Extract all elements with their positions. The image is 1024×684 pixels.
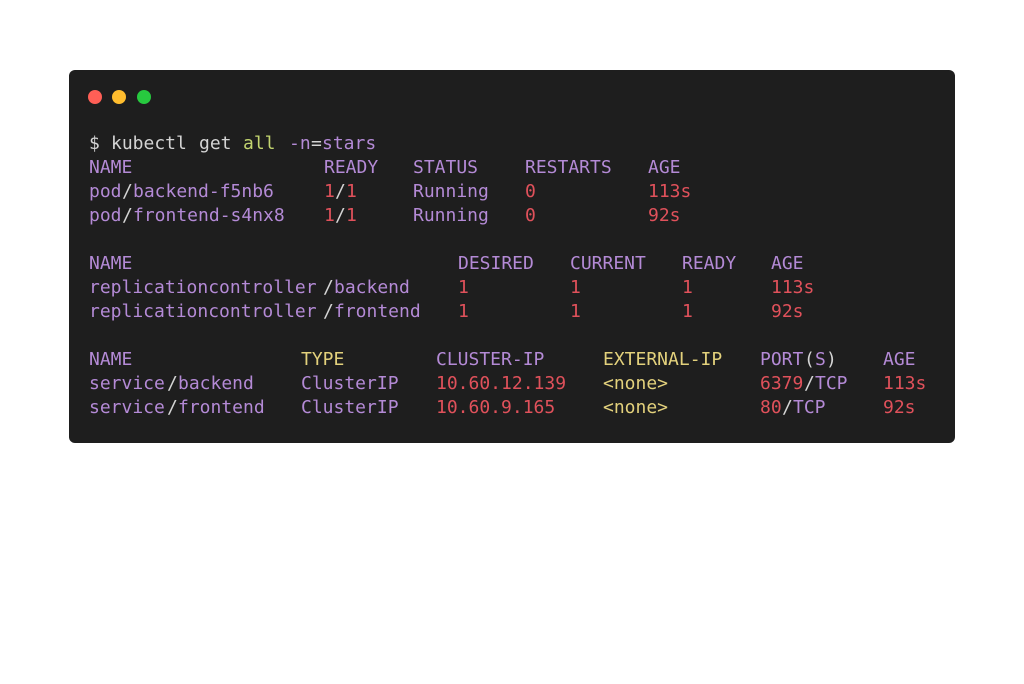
pod-slash: /: [122, 205, 133, 226]
pod-kind: pod: [89, 205, 122, 226]
close-window-icon[interactable]: [88, 90, 102, 104]
pod-age: 92s: [648, 205, 681, 226]
rc-age: 113s: [771, 277, 815, 298]
pods-col-age: AGE: [648, 157, 681, 178]
pods-col-name: NAME: [89, 157, 133, 178]
svc-slash: /: [167, 373, 178, 394]
svc-col-port-paren-close: ): [826, 349, 837, 370]
pod-status: Running: [413, 205, 489, 226]
rc-col-ready: READY: [682, 253, 737, 274]
pod-age: 113s: [648, 181, 692, 202]
svc-header-row: NAME TYPE CLUSTER-IP EXTERNAL-IP PORT ( …: [89, 348, 916, 372]
svc-proto: TCP: [793, 397, 826, 418]
svc-col-external-ip: EXTERNAL-IP: [603, 349, 723, 370]
rc-col-name: NAME: [89, 253, 133, 274]
command-equals: =: [311, 133, 322, 154]
command-name: kubectl: [111, 133, 187, 154]
rc-current: 1: [570, 301, 581, 322]
rc-header-row: NAME DESIRED CURRENT READY AGE: [89, 252, 804, 276]
pod-ready-count: 1: [324, 205, 335, 226]
svc-port-slash: /: [804, 373, 815, 394]
svc-age: 92s: [883, 397, 916, 418]
pod-slash: /: [122, 181, 133, 202]
rc-slash: /: [323, 277, 334, 298]
svc-kind: service: [89, 397, 165, 418]
svc-port-slash: /: [782, 397, 793, 418]
pods-col-restarts: RESTARTS: [525, 157, 612, 178]
svc-type: ClusterIP: [301, 397, 399, 418]
rc-row: replicationcontroller / frontend 1 1 1 9…: [89, 300, 804, 324]
rc-ready: 1: [682, 301, 693, 322]
rc-desired: 1: [458, 277, 469, 298]
pod-kind: pod: [89, 181, 122, 202]
pod-ready-count: 1: [324, 181, 335, 202]
pod-status: Running: [413, 181, 489, 202]
pods-col-ready: READY: [324, 157, 379, 178]
maximize-window-icon[interactable]: [137, 90, 151, 104]
pods-col-status: STATUS: [413, 157, 479, 178]
svc-external-ip: <none>: [603, 397, 669, 418]
rc-age: 92s: [771, 301, 804, 322]
rc-current: 1: [570, 277, 581, 298]
svc-proto: TCP: [815, 373, 848, 394]
svc-col-port-s: S: [815, 349, 826, 370]
command-namespace: stars: [322, 133, 377, 154]
rc-kind: replicationcontroller: [89, 301, 317, 322]
rc-kind: replicationcontroller: [89, 277, 317, 298]
command-resource: all: [243, 133, 276, 154]
pod-ready-total: 1: [346, 205, 357, 226]
pods-header-row: NAME READY STATUS RESTARTS AGE: [89, 156, 681, 180]
svc-external-ip: <none>: [603, 373, 669, 394]
pod-row: pod / frontend-s4nx8 1 / 1 Running 0 92s: [89, 204, 681, 228]
terminal-window: $ kubectl get all -n = stars NAME READY …: [69, 70, 955, 443]
svc-row: service / backend ClusterIP 10.60.12.139…: [89, 372, 926, 396]
pod-name: frontend-s4nx8: [133, 205, 285, 226]
pod-ready-total: 1: [346, 181, 357, 202]
svc-col-type: TYPE: [301, 349, 345, 370]
svc-col-port: PORT: [760, 349, 804, 370]
svc-cluster-ip: 10.60.9.165: [436, 397, 556, 418]
svc-type: ClusterIP: [301, 373, 399, 394]
svc-slash: /: [167, 397, 178, 418]
svc-age: 113s: [883, 373, 927, 394]
pod-ready-slash: /: [335, 181, 346, 202]
pod-row: pod / backend-f5nb6 1 / 1 Running 0 113s: [89, 180, 691, 204]
rc-ready: 1: [682, 277, 693, 298]
svc-port: 80: [760, 397, 782, 418]
svc-kind: service: [89, 373, 165, 394]
command-verb: get: [199, 133, 232, 154]
rc-desired: 1: [458, 301, 469, 322]
svc-col-port-paren-open: (: [804, 349, 815, 370]
command-line: $ kubectl get all -n = stars: [89, 132, 376, 156]
rc-col-age: AGE: [771, 253, 804, 274]
pod-restarts: 0: [525, 181, 536, 202]
svc-cluster-ip: 10.60.12.139: [436, 373, 567, 394]
pod-restarts: 0: [525, 205, 536, 226]
svc-col-age: AGE: [883, 349, 916, 370]
rc-name: backend: [334, 277, 410, 298]
svc-port: 6379: [760, 373, 804, 394]
rc-row: replicationcontroller / backend 1 1 1 11…: [89, 276, 814, 300]
svc-row: service / frontend ClusterIP 10.60.9.165…: [89, 396, 916, 420]
svc-col-cluster-ip: CLUSTER-IP: [436, 349, 545, 370]
svc-col-name: NAME: [89, 349, 133, 370]
rc-slash: /: [323, 301, 334, 322]
minimize-window-icon[interactable]: [112, 90, 126, 104]
terminal-output[interactable]: $ kubectl get all -n = stars NAME READY …: [89, 132, 926, 420]
rc-col-current: CURRENT: [570, 253, 646, 274]
prompt-symbol: $: [89, 133, 100, 154]
command-flag: -n: [289, 133, 311, 154]
pod-ready-slash: /: [335, 205, 346, 226]
svc-name: frontend: [178, 397, 265, 418]
rc-name: frontend: [334, 301, 421, 322]
rc-col-desired: DESIRED: [458, 253, 534, 274]
svc-name: backend: [178, 373, 254, 394]
pod-name: backend-f5nb6: [133, 181, 274, 202]
